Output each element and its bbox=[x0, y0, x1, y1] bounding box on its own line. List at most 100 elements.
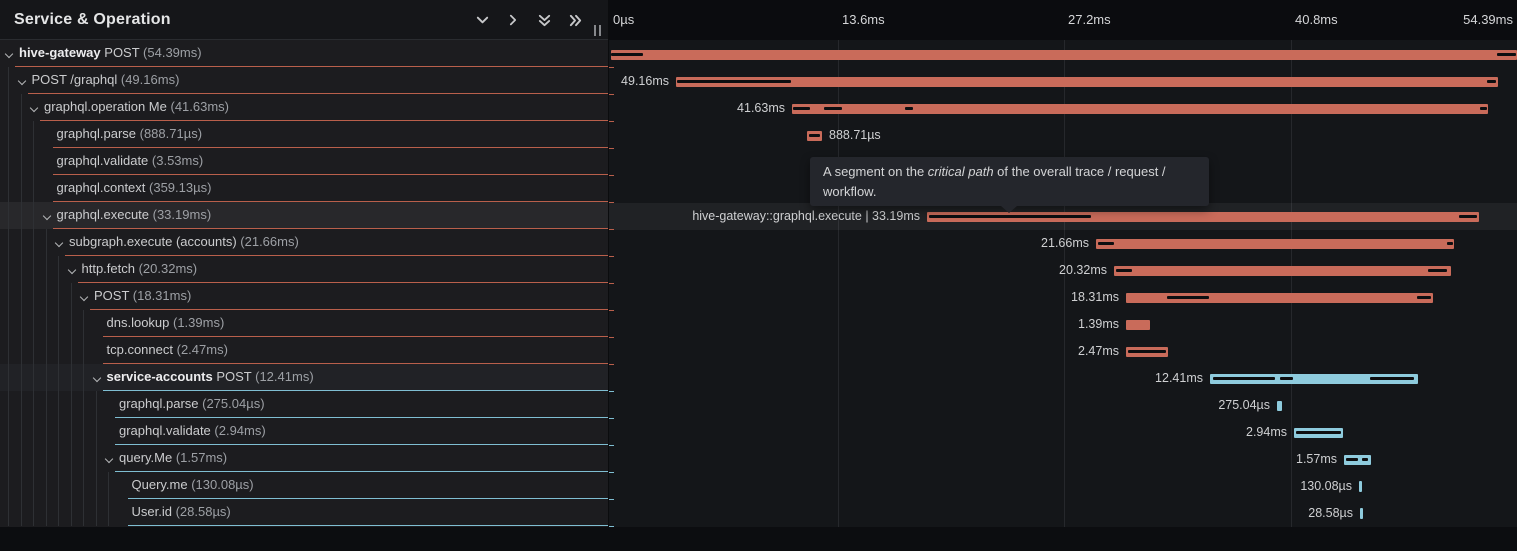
span-bar[interactable] bbox=[1359, 481, 1362, 492]
span-bar-row[interactable]: 888.71µs bbox=[609, 122, 1517, 149]
span-bar-row[interactable]: 20.32ms bbox=[609, 257, 1517, 284]
critical-path-segment bbox=[1362, 458, 1368, 461]
critical-path-segment bbox=[1487, 80, 1496, 83]
span-row[interactable]: graphql.validate (3.53ms) bbox=[0, 148, 608, 175]
indent-guide bbox=[21, 418, 22, 445]
indent-guide bbox=[21, 364, 22, 391]
span-row[interactable]: Query.me (130.08µs) bbox=[0, 472, 608, 499]
indent-guide bbox=[33, 418, 34, 445]
span-tree-rows: hive-gateway POST (54.39ms)POST /graphql… bbox=[0, 40, 608, 526]
indent-guide bbox=[58, 472, 59, 499]
indent-guide bbox=[8, 148, 9, 175]
chevron-right-icon[interactable] bbox=[502, 9, 524, 31]
collapse-chevron-icon[interactable] bbox=[105, 455, 113, 463]
indent-guide bbox=[71, 391, 72, 418]
indent-guide bbox=[71, 445, 72, 472]
span-bar[interactable] bbox=[611, 50, 1517, 60]
indent-guide bbox=[58, 310, 59, 337]
collapse-chevron-icon[interactable] bbox=[17, 77, 25, 85]
span-bar-row[interactable]: 41.63ms bbox=[609, 95, 1517, 122]
span-row[interactable]: graphql.parse (275.04µs) bbox=[0, 391, 608, 418]
span-bar[interactable] bbox=[1360, 508, 1363, 519]
indent-guide bbox=[33, 445, 34, 472]
indent-guide bbox=[33, 364, 34, 391]
span-row[interactable]: dns.lookup (1.39ms) bbox=[0, 310, 608, 337]
span-duration: (130.08µs) bbox=[191, 477, 253, 492]
span-row[interactable]: subgraph.execute (accounts) (21.66ms) bbox=[0, 229, 608, 256]
span-label: graphql.execute (33.19ms) bbox=[57, 202, 212, 228]
span-bar-row[interactable]: hive-gateway::graphql.execute | 33.19ms bbox=[609, 203, 1517, 230]
span-duration: (33.19ms) bbox=[153, 207, 212, 222]
span-label: Query.me (130.08µs) bbox=[132, 472, 254, 498]
span-bar-row[interactable] bbox=[609, 41, 1517, 68]
collapse-chevron-icon[interactable] bbox=[55, 239, 63, 247]
collapse-chevron-icon[interactable] bbox=[67, 266, 75, 274]
span-label: POST /graphql (49.16ms) bbox=[32, 67, 180, 93]
span-duration: (20.32ms) bbox=[139, 261, 198, 276]
span-label: http.fetch (20.32ms) bbox=[82, 256, 198, 282]
span-row[interactable]: User.id (28.58µs) bbox=[0, 499, 608, 526]
indent-guide bbox=[96, 418, 97, 445]
indent-guide bbox=[96, 445, 97, 472]
span-row[interactable]: graphql.context (359.13µs) bbox=[0, 175, 608, 202]
collapse-chevron-icon[interactable] bbox=[30, 104, 38, 112]
indent-guide bbox=[83, 364, 84, 391]
indent-guide bbox=[21, 256, 22, 283]
span-bar-row[interactable]: 1.39ms bbox=[609, 311, 1517, 338]
span-duration: (54.39ms) bbox=[143, 45, 202, 60]
collapse-chevron-icon[interactable] bbox=[5, 50, 13, 58]
span-bar-row[interactable]: 12.41ms bbox=[609, 365, 1517, 392]
collapse-chevron-icon[interactable] bbox=[92, 374, 100, 382]
span-duration: (12.41ms) bbox=[255, 369, 314, 384]
axis-tick-label: 40.8ms bbox=[1295, 12, 1338, 27]
indent-guide bbox=[46, 283, 47, 310]
span-bar-row[interactable]: 28.58µs bbox=[609, 500, 1517, 527]
span-row[interactable]: graphql.validate (2.94ms) bbox=[0, 418, 608, 445]
chevron-down-icon[interactable] bbox=[471, 9, 493, 31]
axis-tick-label: 0µs bbox=[613, 12, 634, 27]
span-bar-row[interactable]: 130.08µs bbox=[609, 473, 1517, 500]
span-bar-row[interactable]: 1.57ms bbox=[609, 446, 1517, 473]
span-row[interactable]: query.Me (1.57ms) bbox=[0, 445, 608, 472]
collapse-chevron-icon[interactable] bbox=[42, 212, 50, 220]
span-bar[interactable] bbox=[1096, 239, 1454, 249]
axis-tick-label: 27.2ms bbox=[1068, 12, 1111, 27]
span-bar-row[interactable]: 2.94ms bbox=[609, 419, 1517, 446]
critical-path-segment bbox=[1497, 53, 1516, 56]
span-row[interactable]: graphql.operation Me (41.63ms) bbox=[0, 94, 608, 121]
span-row[interactable]: POST /graphql (49.16ms) bbox=[0, 67, 608, 94]
critical-path-segment bbox=[1116, 269, 1132, 272]
span-row[interactable]: hive-gateway POST (54.39ms) bbox=[0, 40, 608, 67]
double-chevron-down-icon[interactable] bbox=[533, 9, 555, 31]
indent-guide bbox=[71, 337, 72, 364]
span-bar[interactable] bbox=[1277, 401, 1282, 411]
span-bar[interactable] bbox=[1126, 320, 1150, 330]
span-row[interactable]: http.fetch (20.32ms) bbox=[0, 256, 608, 283]
span-row[interactable]: graphql.parse (888.71µs) bbox=[0, 121, 608, 148]
critical-path-segment bbox=[905, 107, 913, 110]
span-bar-row[interactable]: 18.31ms bbox=[609, 284, 1517, 311]
collapse-chevron-icon[interactable] bbox=[80, 293, 88, 301]
double-chevron-right-icon[interactable] bbox=[564, 9, 586, 31]
span-bar-row[interactable]: 275.04µs bbox=[609, 392, 1517, 419]
panel-resize-handle[interactable] bbox=[594, 25, 606, 38]
bar-duration-label: 21.66ms bbox=[1041, 230, 1089, 257]
span-label: graphql.validate (3.53ms) bbox=[57, 148, 204, 174]
span-row[interactable]: tcp.connect (2.47ms) bbox=[0, 337, 608, 364]
span-row[interactable]: POST (18.31ms) bbox=[0, 283, 608, 310]
span-duration: (359.13µs) bbox=[149, 180, 211, 195]
service-name: service-accounts bbox=[107, 369, 213, 384]
span-row[interactable]: service-accounts POST (12.41ms) bbox=[0, 364, 608, 391]
span-bar-row[interactable]: 49.16ms bbox=[609, 68, 1517, 95]
span-bar-row[interactable]: 2.47ms bbox=[609, 338, 1517, 365]
indent-guide bbox=[33, 391, 34, 418]
indent-guide bbox=[21, 229, 22, 256]
span-bar[interactable] bbox=[676, 77, 1498, 87]
span-bar[interactable] bbox=[792, 104, 1488, 114]
indent-guide bbox=[33, 310, 34, 337]
indent-guide bbox=[71, 364, 72, 391]
span-bar[interactable] bbox=[1114, 266, 1451, 276]
span-row[interactable]: graphql.execute (33.19ms) bbox=[0, 202, 608, 229]
span-bar-row[interactable]: 21.66ms bbox=[609, 230, 1517, 257]
indent-guide bbox=[58, 256, 59, 283]
